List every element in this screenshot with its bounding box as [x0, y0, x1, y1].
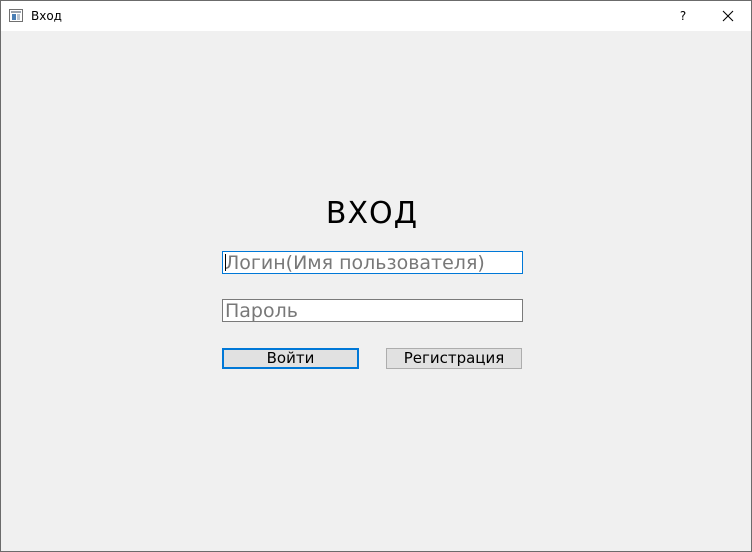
dialog-body: ВХОД Войти Регистрация: [1, 31, 751, 551]
password-input[interactable]: [222, 299, 523, 322]
login-button[interactable]: Войти: [222, 348, 359, 369]
page-title: ВХОД: [325, 196, 419, 231]
login-dialog: Вход ? ВХОД Войти Регистрация: [0, 0, 752, 552]
help-button[interactable]: ?: [660, 1, 706, 31]
register-button[interactable]: Регистрация: [386, 348, 522, 369]
login-input[interactable]: [222, 251, 523, 274]
title-bar[interactable]: Вход ?: [1, 1, 751, 31]
close-button[interactable]: [705, 1, 751, 31]
close-icon: [722, 10, 734, 22]
text-caret: [225, 254, 226, 271]
app-window-icon: [9, 9, 23, 22]
window-title: Вход: [31, 9, 62, 23]
